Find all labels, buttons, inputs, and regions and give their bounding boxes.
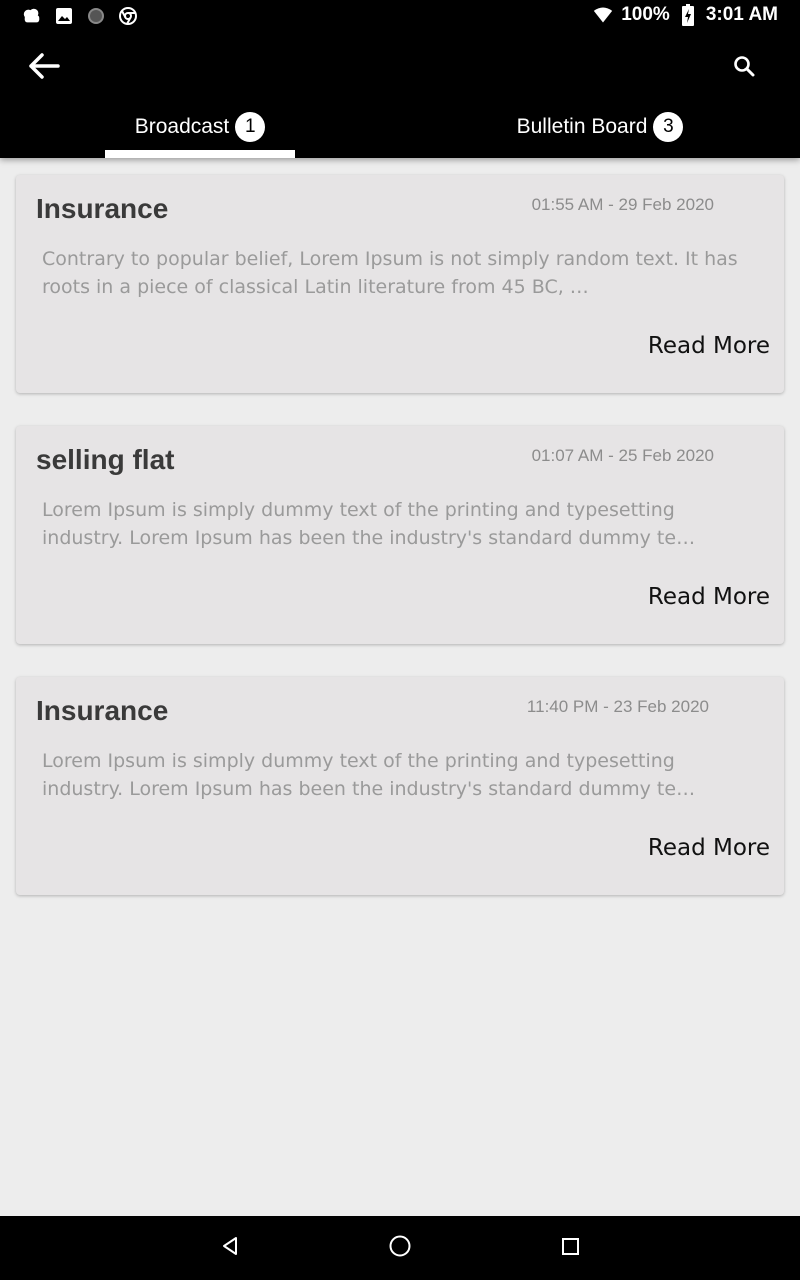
read-more-button[interactable]: Read More bbox=[648, 835, 770, 861]
tab-badge: 1 bbox=[235, 112, 266, 142]
back-arrow-icon bbox=[28, 52, 60, 85]
selected-tab-indicator bbox=[105, 150, 295, 158]
notification-icon bbox=[22, 6, 42, 26]
post-card[interactable]: selling flat 01:07 AM - 25 Feb 2020 Lore… bbox=[16, 426, 784, 644]
read-more-button[interactable]: Read More bbox=[648, 333, 770, 359]
search-button[interactable] bbox=[728, 52, 760, 84]
nav-recents-button[interactable] bbox=[556, 1234, 584, 1262]
battery-percent: 100% bbox=[621, 4, 670, 25]
tab-label: Bulletin Board bbox=[516, 115, 648, 138]
post-date: 01:55 AM - 29 Feb 2020 bbox=[531, 195, 714, 214]
tab-label: Broadcast bbox=[134, 115, 230, 138]
nav-home-button[interactable] bbox=[386, 1234, 414, 1262]
post-title: Insurance bbox=[36, 193, 169, 224]
back-button[interactable] bbox=[24, 48, 64, 88]
tab-bulletin-board[interactable]: Bulletin Board 3 bbox=[400, 96, 800, 158]
circle-icon bbox=[86, 6, 106, 26]
post-card[interactable]: Insurance 01:55 AM - 29 Feb 2020 Contrar… bbox=[16, 175, 784, 393]
tab-broadcast[interactable]: Broadcast 1 bbox=[0, 96, 400, 158]
post-title: selling flat bbox=[36, 444, 175, 475]
clock: 3:01 AM bbox=[705, 4, 778, 25]
home-circle-icon bbox=[388, 1234, 412, 1263]
wifi-icon bbox=[593, 5, 613, 25]
read-more-button[interactable]: Read More bbox=[648, 584, 770, 610]
post-card[interactable]: Insurance 11:40 PM - 23 Feb 2020 Lorem I… bbox=[16, 677, 784, 895]
system-nav-bar bbox=[0, 1216, 800, 1280]
app-bar: Broadcast 1 Bulletin Board 3 bbox=[0, 32, 800, 158]
status-bar-system: 100% 3:01 AM bbox=[593, 4, 778, 26]
post-date: 01:07 AM - 25 Feb 2020 bbox=[531, 446, 714, 465]
post-excerpt: Contrary to popular belief, Lorem Ipsum … bbox=[42, 248, 738, 298]
image-icon bbox=[54, 6, 74, 26]
search-icon bbox=[733, 55, 755, 82]
post-title: Insurance bbox=[36, 695, 169, 726]
nav-back-button[interactable] bbox=[216, 1234, 244, 1262]
status-bar: 100% 3:01 AM bbox=[0, 0, 800, 32]
battery-icon bbox=[678, 4, 698, 26]
status-bar-notifications bbox=[22, 6, 138, 26]
post-excerpt: Lorem Ipsum is simply dummy text of the … bbox=[42, 499, 696, 549]
chrome-icon bbox=[118, 6, 138, 26]
post-excerpt: Lorem Ipsum is simply dummy text of the … bbox=[42, 750, 696, 800]
recents-square-icon bbox=[559, 1235, 581, 1262]
back-triangle-icon bbox=[219, 1235, 241, 1262]
tab-badge: 3 bbox=[653, 112, 684, 142]
post-date: 11:40 PM - 23 Feb 2020 bbox=[526, 697, 709, 716]
